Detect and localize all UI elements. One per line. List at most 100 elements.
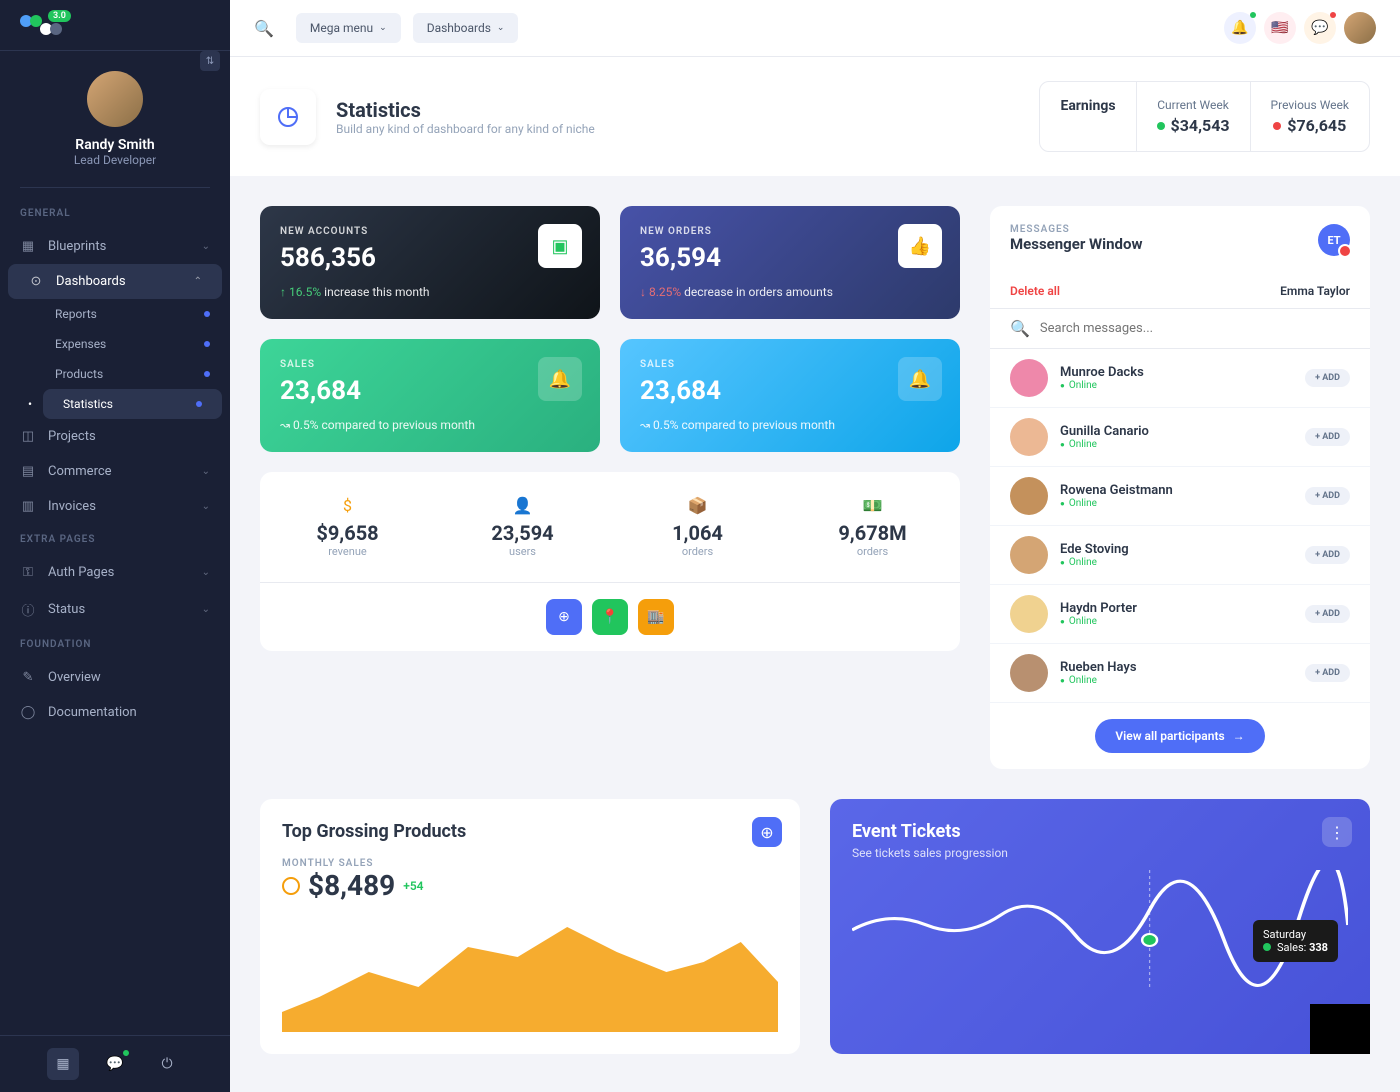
- metric-orders: 📦 1,064 orders: [610, 496, 785, 558]
- contact-row[interactable]: Munroe DacksOnline+ ADD: [990, 349, 1370, 408]
- contact-status: Online: [1060, 439, 1293, 450]
- profile-name: Randy Smith: [20, 137, 210, 153]
- calendar-icon: ▦: [56, 1056, 69, 1072]
- status-dot-green: [1157, 122, 1165, 130]
- contact-name: Ede Stoving: [1060, 542, 1293, 557]
- contact-avatar: [1010, 595, 1048, 633]
- chat-icon: 💬: [1311, 20, 1328, 36]
- nav-status[interactable]: ⓘStatus⌄: [0, 590, 230, 629]
- dots-icon: ⋮: [1329, 823, 1345, 842]
- nav-blueprints[interactable]: ▦Blueprints⌄: [0, 229, 230, 264]
- dot-indicator: [204, 371, 210, 377]
- bell-button[interactable]: 🔔: [1224, 12, 1256, 44]
- add-contact-button[interactable]: + ADD: [1305, 605, 1350, 623]
- nav-products[interactable]: Products: [35, 359, 230, 389]
- topbar: 🔍 Mega menu⌄ Dashboards⌄ 🔔 🇺🇸 💬: [230, 0, 1400, 57]
- messages-button[interactable]: 💬: [1304, 12, 1336, 44]
- event-tickets-panel: Event Tickets See tickets sales progress…: [830, 799, 1370, 1054]
- contact-name: Rowena Geistmann: [1060, 483, 1293, 498]
- nav-documentation[interactable]: ◯Documentation: [0, 695, 230, 730]
- contact-row[interactable]: Haydn PorterOnline + ADD: [990, 585, 1370, 644]
- dashboards-menu-button[interactable]: Dashboards⌄: [413, 13, 519, 43]
- contact-row[interactable]: Gunilla CanarioOnline + ADD: [990, 408, 1370, 467]
- sidebar-footer: ▦ 💬 ⏻: [0, 1035, 230, 1092]
- nav-overview[interactable]: ✎Overview: [0, 660, 230, 695]
- nav-auth[interactable]: ⚿Auth Pages⌄: [0, 555, 230, 590]
- panel-add-button[interactable]: ⊕: [752, 817, 782, 847]
- search-icon[interactable]: 🔍: [254, 19, 274, 38]
- plus-icon: ⊕: [558, 609, 570, 625]
- chevron-down-icon: ⌄: [202, 604, 210, 615]
- bell-icon: 🔔: [898, 357, 942, 401]
- tooltip-dot: [1263, 943, 1271, 951]
- add-contact-button[interactable]: + ADD: [1305, 428, 1350, 446]
- nav-header-extra: EXTRA PAGES: [0, 524, 230, 555]
- version-badge: 3.0: [48, 10, 71, 22]
- power-button[interactable]: ⏻: [151, 1048, 183, 1080]
- store-button[interactable]: 🏬: [638, 599, 674, 635]
- contact-status: Online: [1060, 616, 1293, 627]
- nav-dashboards[interactable]: ⊙Dashboards⌃: [8, 264, 222, 299]
- notification-dot: [123, 1050, 129, 1056]
- nav-header-general: GENERAL: [0, 198, 230, 229]
- contact-avatar: [1010, 536, 1048, 574]
- thumbs-up-icon: 👍: [898, 224, 942, 268]
- mega-menu-button[interactable]: Mega menu⌄: [296, 13, 401, 43]
- search-icon: 🔍: [1010, 319, 1030, 338]
- add-contact-button[interactable]: + ADD: [1305, 369, 1350, 387]
- contact-row[interactable]: Ede StovingOnline+ ADD: [990, 526, 1370, 585]
- messenger-label: MESSAGES: [1010, 224, 1142, 235]
- chevron-down-icon: ⌄: [202, 501, 210, 512]
- panel-menu-button[interactable]: ⋮: [1322, 817, 1352, 847]
- contact-avatar: [1010, 654, 1048, 692]
- contact-row[interactable]: Rowena GeistmannOnline+ ADD: [990, 467, 1370, 526]
- contact-status: Online: [1060, 675, 1293, 686]
- chat-button[interactable]: 💬: [99, 1048, 131, 1080]
- delete-all-button[interactable]: Delete all: [1010, 284, 1060, 298]
- nav-projects[interactable]: ◫Projects: [0, 419, 230, 454]
- avatar[interactable]: [87, 71, 143, 127]
- nav-statistics[interactable]: Statistics: [43, 389, 222, 419]
- notification-dot: [1330, 12, 1336, 18]
- nav-commerce[interactable]: ▤Commerce⌄: [0, 454, 230, 489]
- doc-icon: ◯: [20, 705, 36, 720]
- profile-toggle-icon[interactable]: ⇅: [200, 51, 220, 71]
- nav-invoices[interactable]: ▥Invoices⌄: [0, 489, 230, 524]
- projects-icon: ◫: [20, 429, 36, 444]
- contact-row[interactable]: Rueben HaysOnline+ ADD: [990, 644, 1370, 703]
- design-icon: ✎: [20, 670, 36, 685]
- user-badge[interactable]: ET: [1318, 224, 1350, 256]
- dot-indicator: [204, 311, 210, 317]
- trend-icon: ↝: [640, 418, 653, 432]
- status-dot-red: [1273, 122, 1281, 130]
- nav-expenses[interactable]: Expenses: [35, 329, 230, 359]
- add-contact-button[interactable]: + ADD: [1305, 546, 1350, 564]
- calendar-button[interactable]: ▦: [47, 1048, 79, 1080]
- user-card-icon: ▣: [538, 224, 582, 268]
- user-avatar-button[interactable]: [1344, 12, 1376, 44]
- nav-reports[interactable]: Reports: [35, 299, 230, 329]
- add-contact-button[interactable]: + ADD: [1305, 487, 1350, 505]
- earnings-label-cell: Earnings: [1040, 82, 1135, 151]
- contact-name: Gunilla Canario: [1060, 424, 1293, 439]
- add-button[interactable]: ⊕: [546, 599, 582, 635]
- search-input[interactable]: [1040, 321, 1350, 336]
- key-icon: ⚿: [20, 565, 36, 580]
- chevron-down-icon: ⌄: [202, 466, 210, 477]
- dollar-icon: $: [260, 496, 435, 515]
- nav-header-foundation: FOUNDATION: [0, 629, 230, 660]
- location-button[interactable]: 📍: [592, 599, 628, 635]
- dot-indicator: [196, 401, 202, 407]
- language-button[interactable]: 🇺🇸: [1264, 12, 1296, 44]
- view-all-button[interactable]: View all participants→: [1095, 719, 1264, 753]
- main-content: 🔍 Mega menu⌄ Dashboards⌄ 🔔 🇺🇸 💬 Statisti…: [230, 0, 1400, 1092]
- search-row: 🔍: [990, 309, 1370, 349]
- current-week-cell: Current Week $34,543: [1136, 82, 1250, 151]
- cash-icon: 💵: [785, 496, 960, 515]
- contact-name: Haydn Porter: [1060, 601, 1293, 616]
- arrow-down-icon: ↓: [640, 285, 649, 299]
- metrics-card: $ $9,658 revenue 👤 23,594 users 📦 1,064: [260, 472, 960, 651]
- profile-block: ⇅ Randy Smith Lead Developer: [20, 51, 210, 188]
- add-contact-button[interactable]: + ADD: [1305, 664, 1350, 682]
- dot-indicator: [204, 341, 210, 347]
